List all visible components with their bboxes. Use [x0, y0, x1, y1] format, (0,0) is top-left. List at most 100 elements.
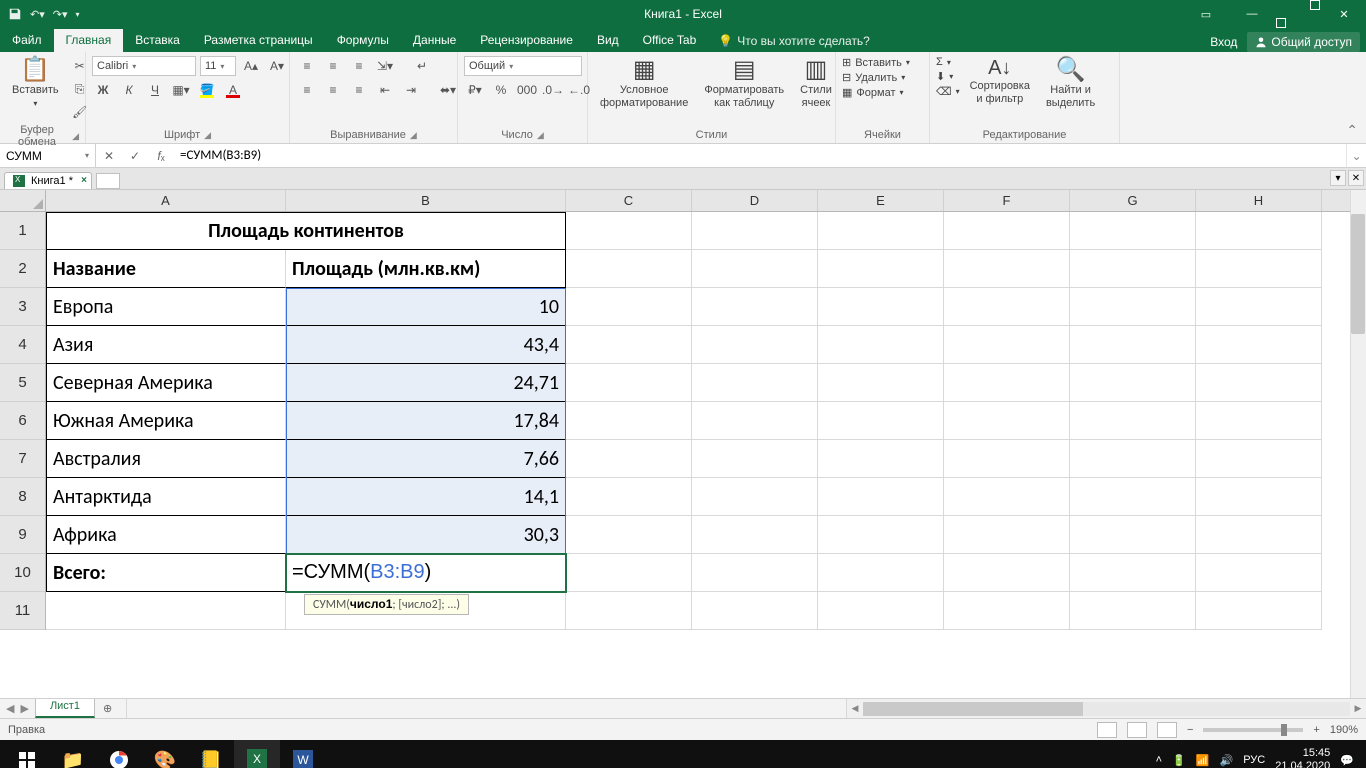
row-header[interactable]: 8 — [0, 478, 45, 516]
cell[interactable]: Площадь континентов — [46, 212, 566, 250]
normal-view-button[interactable] — [1097, 722, 1117, 738]
cell[interactable] — [818, 288, 944, 326]
insert-cells-button[interactable]: ⊞Вставить▾ — [842, 56, 910, 69]
cell[interactable] — [566, 364, 692, 402]
cell[interactable] — [692, 516, 818, 554]
row-header[interactable]: 7 — [0, 440, 45, 478]
cell[interactable]: Северная Америка — [46, 364, 286, 402]
cell[interactable] — [1070, 326, 1196, 364]
row-header[interactable]: 6 — [0, 402, 45, 440]
cell-grid[interactable]: ABCDEFGH 1234567891011 Площадь континент… — [0, 190, 1366, 698]
cell[interactable] — [818, 212, 944, 250]
font-launcher-icon[interactable]: ◢ — [204, 130, 211, 141]
number-launcher-icon[interactable]: ◢ — [537, 130, 544, 141]
tell-me-search[interactable]: 💡 Что вы хотите сделать? — [708, 30, 880, 52]
cell[interactable]: 10 — [286, 288, 566, 326]
number-format-select[interactable]: Общий▾ — [464, 56, 582, 76]
cell[interactable] — [944, 326, 1070, 364]
cell[interactable] — [566, 250, 692, 288]
cell[interactable] — [1196, 478, 1322, 516]
align-center-button[interactable]: ≡ — [322, 80, 344, 100]
cell[interactable] — [818, 402, 944, 440]
cell[interactable] — [944, 478, 1070, 516]
increase-font-button[interactable]: A▴ — [240, 56, 262, 76]
expand-formula-bar-button[interactable]: ⌄ — [1346, 144, 1366, 167]
font-color-button[interactable]: A — [222, 80, 244, 100]
tab-view[interactable]: Вид — [585, 29, 631, 52]
app-button[interactable]: 📒 — [188, 740, 234, 768]
currency-button[interactable]: ₽▾ — [464, 80, 486, 100]
cell-styles-button[interactable]: ▥ Стили ячеек — [794, 56, 838, 111]
tab-office-tab[interactable]: Office Tab — [631, 29, 709, 52]
row-header[interactable]: 4 — [0, 326, 45, 364]
insert-function-button[interactable]: fₓ — [148, 144, 174, 167]
cell[interactable]: 14,1 — [286, 478, 566, 516]
wb-tabs-close-icon[interactable]: ✕ — [1348, 170, 1364, 186]
battery-icon[interactable]: 🔋 — [1172, 754, 1186, 767]
align-bottom-button[interactable]: ≡ — [348, 56, 370, 76]
font-name-select[interactable]: Calibri▾ — [92, 56, 196, 76]
zoom-level[interactable]: 190% — [1330, 724, 1358, 736]
cell[interactable] — [692, 326, 818, 364]
cell[interactable] — [692, 288, 818, 326]
language-indicator[interactable]: РУС — [1243, 754, 1265, 766]
cell[interactable] — [1196, 364, 1322, 402]
column-header[interactable]: D — [692, 190, 818, 211]
cell[interactable] — [1070, 592, 1196, 630]
decrease-font-button[interactable]: A▾ — [266, 56, 288, 76]
clear-button[interactable]: ⌫▾ — [936, 85, 960, 98]
alignment-launcher-icon[interactable]: ◢ — [410, 130, 417, 141]
cell[interactable] — [944, 402, 1070, 440]
cell[interactable] — [944, 592, 1070, 630]
scroll-left-icon[interactable]: ◀ — [847, 703, 863, 714]
cell[interactable] — [944, 364, 1070, 402]
cell[interactable] — [818, 250, 944, 288]
row-header[interactable]: 5 — [0, 364, 45, 402]
ribbon-options-icon[interactable]: ▭ — [1184, 0, 1228, 28]
cell[interactable]: 24,71 — [286, 364, 566, 402]
cell[interactable] — [692, 402, 818, 440]
underline-button[interactable]: Ч — [144, 80, 166, 100]
wb-tabs-dropdown-icon[interactable]: ▾ — [1330, 170, 1346, 186]
tab-page-layout[interactable]: Разметка страницы — [192, 29, 325, 52]
tab-review[interactable]: Рецензирование — [468, 29, 585, 52]
cell[interactable] — [566, 592, 692, 630]
start-button[interactable] — [4, 740, 50, 768]
decrease-indent-button[interactable]: ⇤ — [374, 80, 396, 100]
close-button[interactable]: ✕ — [1322, 0, 1366, 28]
tab-insert[interactable]: Вставка — [123, 29, 192, 52]
zoom-slider[interactable] — [1203, 728, 1303, 732]
cell[interactable] — [818, 516, 944, 554]
cell[interactable] — [566, 326, 692, 364]
minimize-button[interactable]: ― — [1230, 0, 1274, 28]
cell[interactable] — [46, 592, 286, 630]
row-header[interactable]: 3 — [0, 288, 45, 326]
increase-indent-button[interactable]: ⇥ — [400, 80, 422, 100]
page-break-view-button[interactable] — [1157, 722, 1177, 738]
horizontal-scrollbar[interactable]: ◀ ▶ — [846, 699, 1366, 718]
cell[interactable]: Название — [46, 250, 286, 288]
align-top-button[interactable]: ≡ — [296, 56, 318, 76]
tray-overflow-icon[interactable]: ˄ — [1156, 754, 1162, 766]
column-header[interactable]: B — [286, 190, 566, 211]
cell[interactable] — [1196, 402, 1322, 440]
cell[interactable] — [818, 478, 944, 516]
cell[interactable] — [566, 402, 692, 440]
font-size-select[interactable]: 11▾ — [200, 56, 236, 76]
new-workbook-button[interactable] — [96, 173, 120, 189]
column-header[interactable]: A — [46, 190, 286, 211]
cell[interactable] — [818, 326, 944, 364]
enter-formula-button[interactable]: ✓ — [122, 144, 148, 167]
paste-button[interactable]: 📋 Вставить ▾ — [6, 56, 65, 110]
sheet-tab[interactable]: Лист1 — [35, 699, 95, 718]
cell[interactable]: Южная Америка — [46, 402, 286, 440]
cell[interactable] — [1196, 212, 1322, 250]
cell[interactable]: 17,84 — [286, 402, 566, 440]
cell[interactable]: Антарктида — [46, 478, 286, 516]
cell[interactable] — [1196, 250, 1322, 288]
cell[interactable] — [944, 288, 1070, 326]
notifications-icon[interactable]: 💬 — [1340, 754, 1354, 767]
cell[interactable] — [1070, 478, 1196, 516]
zoom-slider-knob[interactable] — [1281, 724, 1287, 736]
tab-home[interactable]: Главная — [54, 29, 124, 52]
